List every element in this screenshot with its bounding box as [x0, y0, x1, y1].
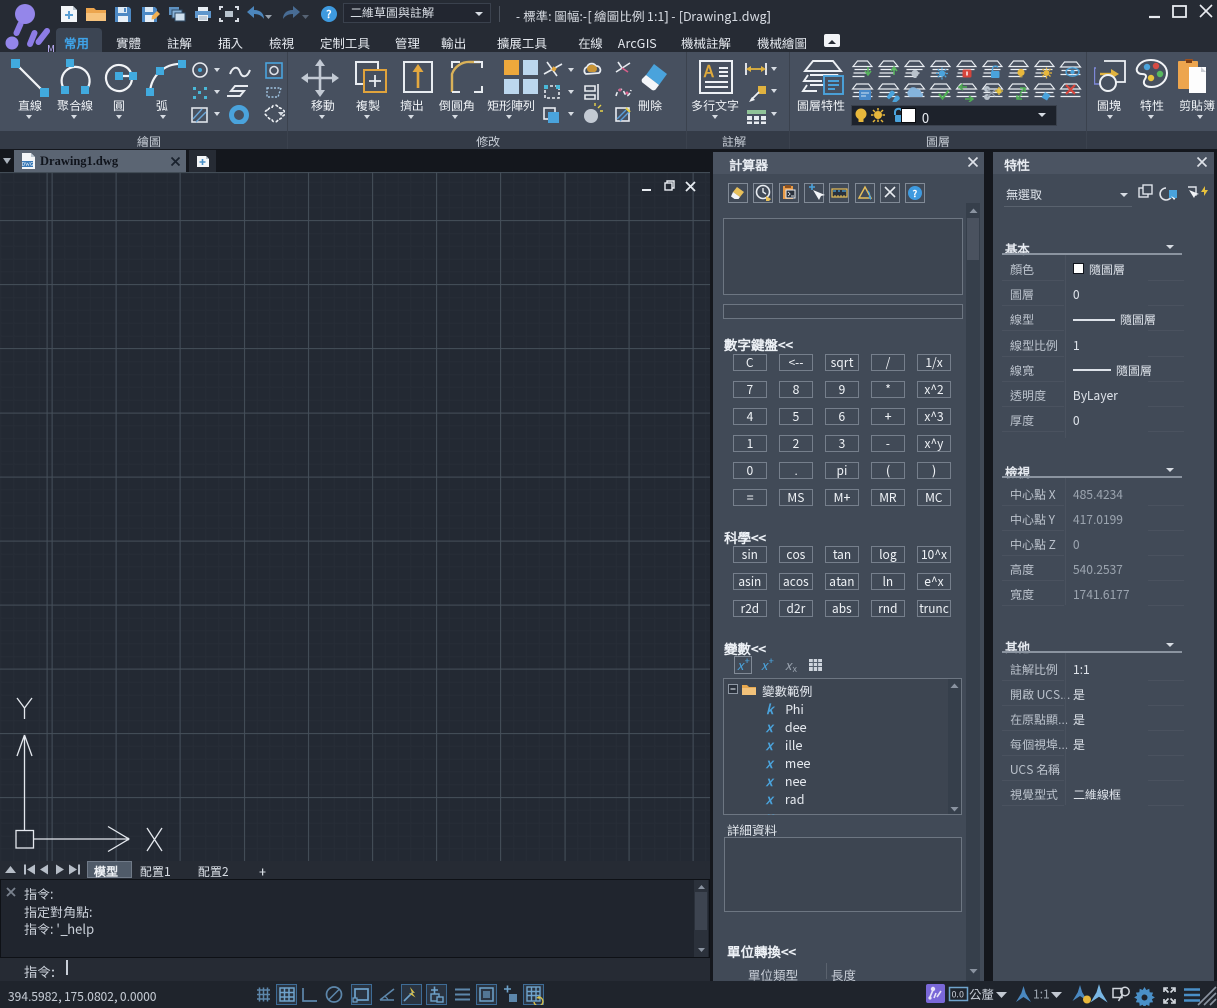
svg-text:1:1: 1:1: [1033, 986, 1050, 1003]
svg-text:0.0: 0.0: [952, 988, 965, 1001]
svg-text:DWG: DWG: [22, 161, 34, 168]
svg-text:+: +: [769, 656, 774, 667]
svg-text:公釐: 公釐: [969, 984, 994, 1003]
svg-text:+: +: [745, 656, 750, 667]
svg-text:A: A: [703, 60, 714, 82]
svg-text:M: M: [47, 40, 55, 52]
svg-text:x: x: [793, 662, 798, 675]
svg-text:?: ?: [326, 6, 332, 22]
